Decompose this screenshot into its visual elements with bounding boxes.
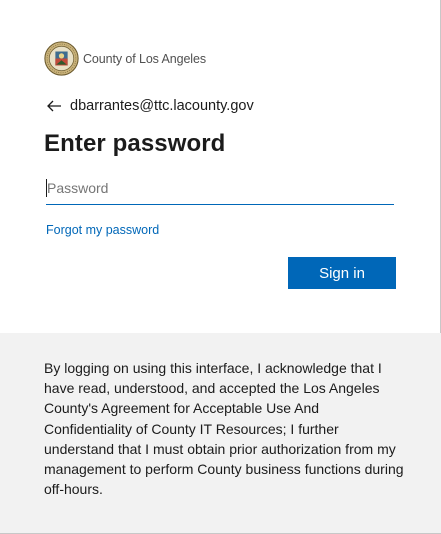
identity-banner: dbarrantes@ttc.lacounty.gov bbox=[46, 96, 254, 116]
page-title: Enter password bbox=[44, 130, 226, 157]
disclaimer-text: By logging on using this interface, I ac… bbox=[44, 360, 404, 498]
logo-row: County of Los Angeles bbox=[44, 41, 206, 76]
password-field-wrapper bbox=[46, 172, 394, 205]
password-input[interactable] bbox=[46, 172, 394, 204]
sign-in-button[interactable]: Sign in bbox=[288, 257, 396, 289]
org-name: County of Los Angeles bbox=[83, 51, 206, 66]
account-email: dbarrantes@ttc.lacounty.gov bbox=[70, 98, 254, 114]
text-caret bbox=[46, 179, 47, 197]
county-seal-icon bbox=[44, 41, 79, 76]
back-arrow-icon[interactable] bbox=[46, 99, 62, 113]
disclaimer-footer: By logging on using this interface, I ac… bbox=[0, 333, 441, 534]
forgot-password-link[interactable]: Forgot my password bbox=[46, 223, 159, 237]
sign-in-card: County of Los Angeles dbarrantes@ttc.lac… bbox=[0, 0, 441, 534]
